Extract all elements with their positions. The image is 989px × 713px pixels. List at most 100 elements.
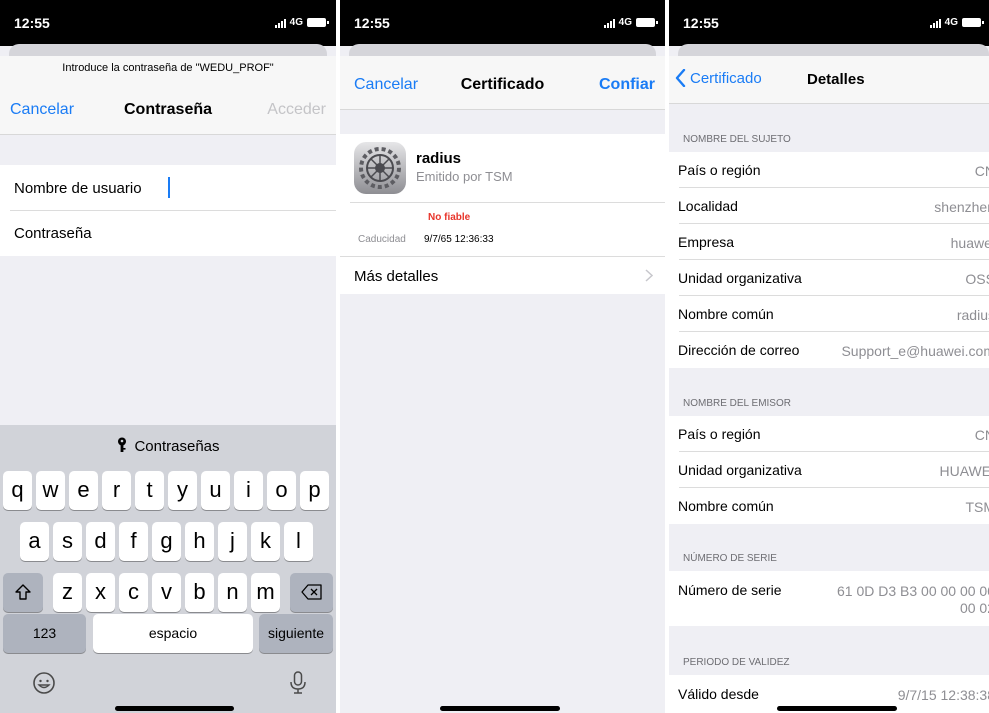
key-y[interactable]: y: [168, 471, 197, 510]
password-label: Contraseña: [14, 225, 92, 242]
key-g[interactable]: g: [152, 522, 181, 561]
password-field[interactable]: Contraseña: [0, 211, 336, 256]
username-label: Nombre de usuario: [14, 180, 142, 197]
key-h[interactable]: h: [185, 522, 214, 561]
shift-key[interactable]: [3, 573, 43, 612]
key-f[interactable]: f: [119, 522, 148, 561]
back-label: Certificado: [690, 69, 762, 87]
key-icon: [118, 437, 127, 452]
list-item: Localidad shenzhen: [678, 198, 989, 215]
home-indicator[interactable]: [440, 706, 560, 711]
issuer-group: País o región CN Unidad organizativa HUA…: [669, 416, 989, 524]
key-k[interactable]: k: [251, 522, 280, 561]
key-v[interactable]: v: [152, 573, 181, 612]
status-bar: 12:55 4G: [669, 0, 989, 46]
certificate-name: radius: [416, 150, 462, 167]
battery-icon: [636, 18, 658, 27]
network-type: 4G: [944, 17, 958, 28]
key-n[interactable]: n: [218, 573, 247, 612]
details-nav-bar: Certificado Detalles: [669, 56, 989, 104]
subject-section-header: NOMBRE DEL SUJETO: [683, 134, 791, 145]
status-time: 12:55: [14, 15, 50, 31]
serial-section-header: NÚMERO DE SERIE: [683, 553, 777, 564]
list-item: Nombre común TSM: [678, 498, 989, 515]
emoji-icon[interactable]: [32, 671, 56, 695]
key-b[interactable]: b: [185, 573, 214, 612]
text-cursor: [168, 177, 170, 198]
more-details-row[interactable]: Más detalles: [340, 257, 665, 294]
key-p[interactable]: p: [300, 471, 329, 510]
passwords-suggestion[interactable]: Contraseñas: [0, 437, 336, 455]
key-a[interactable]: a: [20, 522, 49, 561]
valid-from-value: 9/7/15 12:38:38: [897, 687, 989, 703]
untrusted-status: No fiable: [428, 212, 471, 223]
list-item: Unidad organizativa HUAWEI: [678, 462, 989, 479]
home-indicator[interactable]: [115, 706, 234, 711]
list-item: Unidad organizativa OSS: [678, 270, 989, 287]
network-type: 4G: [289, 17, 303, 28]
key-l[interactable]: l: [284, 522, 313, 561]
key-j[interactable]: j: [218, 522, 247, 561]
certificate-issuer: Emitido por TSM: [416, 169, 513, 184]
battery-icon: [962, 18, 984, 27]
shift-icon: [15, 584, 31, 600]
keyboard-suggestion-bar: Contraseñas: [0, 425, 336, 467]
delete-key[interactable]: [290, 573, 333, 612]
signal-icon: [603, 18, 615, 28]
password-nav-bar: Introduce la contraseña de "WEDU_PROF" C…: [0, 56, 336, 135]
certificate-icon: [354, 142, 406, 194]
key-r[interactable]: r: [102, 471, 131, 510]
credentials-group: Nombre de usuario Contraseña: [0, 165, 336, 256]
key-s[interactable]: s: [53, 522, 82, 561]
accept-button[interactable]: Acceder: [267, 101, 326, 119]
back-button[interactable]: Certificado: [675, 69, 762, 87]
home-indicator[interactable]: [777, 706, 897, 711]
gear-icon: [359, 147, 401, 189]
serial-label: Número de serie: [678, 582, 782, 598]
certificate-card: radius Emitido por TSM No fiable Caducid…: [340, 134, 665, 294]
battery-icon: [307, 18, 329, 27]
chevron-left-icon: [675, 69, 686, 87]
username-field[interactable]: Nombre de usuario: [0, 165, 336, 210]
expiry-value: 9/7/65 12:36:33: [424, 234, 494, 245]
more-details-label: Más detalles: [354, 268, 439, 285]
list-item: País o región CN: [678, 426, 989, 443]
keyboard: Contraseñas q w e r t y u i o p a s d f …: [0, 425, 336, 713]
issuer-section-header: NOMBRE DEL EMISOR: [683, 398, 791, 409]
key-m[interactable]: m: [251, 573, 280, 612]
key-u[interactable]: u: [201, 471, 230, 510]
list-item: Nombre común radius: [678, 306, 989, 323]
chevron-right-icon: [645, 269, 653, 282]
certificate-nav-bar: Cancelar Certificado Confiar: [340, 56, 665, 110]
status-bar: 12:55 4G: [340, 0, 665, 46]
status-time: 12:55: [354, 15, 390, 31]
key-c[interactable]: c: [119, 573, 148, 612]
key-o[interactable]: o: [267, 471, 296, 510]
network-type: 4G: [618, 17, 632, 28]
subject-group: País o región CN Localidad shenzhen Empr…: [669, 152, 989, 368]
signal-icon: [274, 18, 286, 28]
trust-button[interactable]: Confiar: [599, 76, 655, 94]
validity-section-header: PERIODO DE VALIDEZ: [683, 657, 790, 668]
password-screen: 12:55 4G Introduce la contraseña de "WED…: [0, 0, 336, 713]
key-t[interactable]: t: [135, 471, 164, 510]
list-item: País o región CN: [678, 162, 989, 179]
microphone-icon[interactable]: [289, 671, 307, 695]
valid-from-label: Válido desde: [678, 686, 759, 702]
details-screen: 12:55 4G Certificado Detalles NOMBRE DEL…: [669, 0, 989, 713]
key-q[interactable]: q: [3, 471, 32, 510]
key-i[interactable]: i: [234, 471, 263, 510]
list-item: Empresa huawei: [678, 234, 989, 251]
key-e[interactable]: e: [69, 471, 98, 510]
key-z[interactable]: z: [53, 573, 82, 612]
key-d[interactable]: d: [86, 522, 115, 561]
backspace-icon: [300, 584, 322, 600]
next-key[interactable]: siguiente: [259, 614, 333, 653]
status-time: 12:55: [683, 15, 719, 31]
key-w[interactable]: w: [36, 471, 65, 510]
key-x[interactable]: x: [86, 573, 115, 612]
numbers-key[interactable]: 123: [3, 614, 86, 653]
password-prompt: Introduce la contraseña de "WEDU_PROF": [62, 62, 274, 74]
space-key[interactable]: espacio: [93, 614, 253, 653]
expiry-label: Caducidad: [358, 234, 406, 245]
